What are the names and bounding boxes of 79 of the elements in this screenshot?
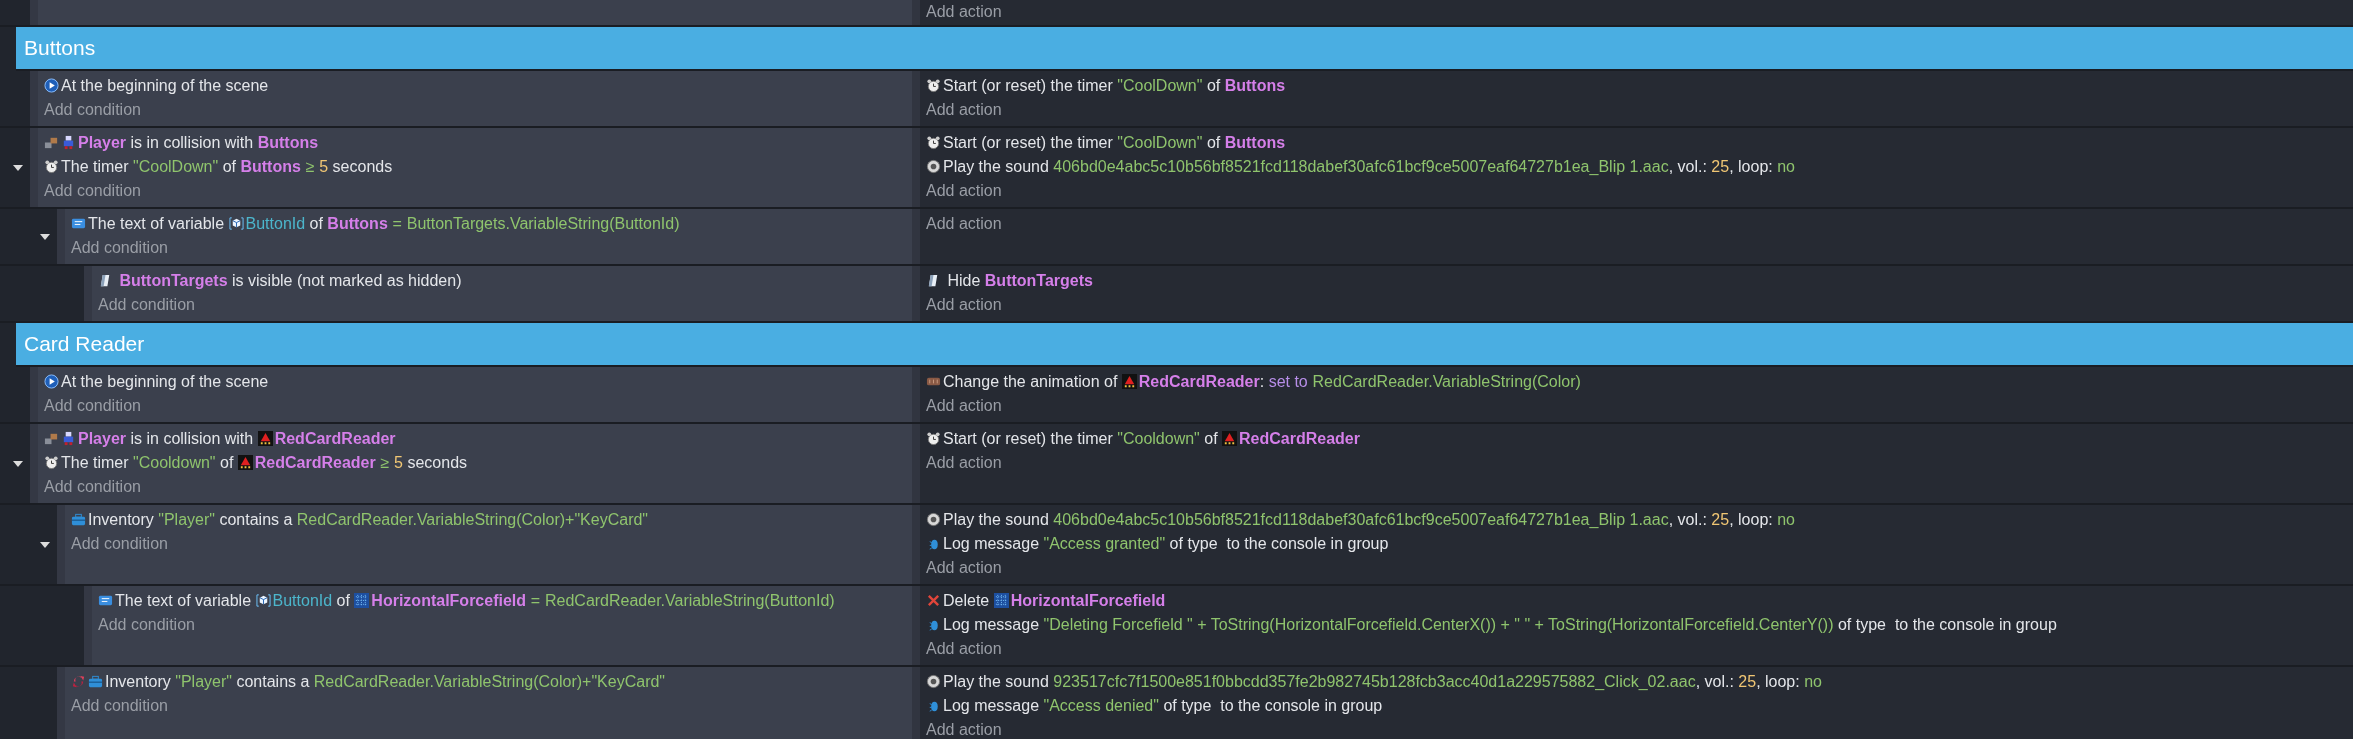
condition-text: At the beginning of the scene — [61, 373, 269, 390]
cube-icon — [255, 593, 271, 608]
condition-text: ButtonTargets is visible (not marked as hidden) — [118, 272, 462, 289]
grid-icon — [354, 593, 370, 608]
add-action-link[interactable]: Add action — [926, 212, 1002, 236]
collapse-arrow-icon[interactable] — [39, 540, 51, 549]
add-condition-link[interactable]: Add condition — [71, 236, 168, 260]
alarm-clock-icon — [44, 455, 59, 470]
speaker-icon — [926, 512, 941, 527]
add-action-link[interactable]: Add action — [926, 179, 1002, 203]
condition-text: The timer "CoolDown" of Buttons ≥ 5 seconds — [61, 158, 393, 175]
action-text: Log message "Access granted" of type to the console in group — [943, 535, 1389, 552]
action-text: Delete — [943, 592, 991, 609]
add-condition-link[interactable]: Add condition — [98, 293, 195, 317]
group-header[interactable]: Card Reader — [16, 323, 2353, 367]
alarm-clock-icon — [926, 431, 941, 446]
condition-text: The timer "Cooldown" of — [61, 454, 235, 471]
variable-icon — [71, 216, 86, 231]
condition-text: The text of variable — [115, 592, 253, 609]
cross-icon — [926, 593, 941, 608]
action-text: RedCardReader: set to RedCardReader.VariableString(Color) — [1138, 373, 1581, 390]
play-icon — [44, 374, 59, 389]
action-text: Change the animation of — [943, 373, 1119, 390]
alarm-clock-icon — [44, 159, 59, 174]
variable-icon — [98, 593, 113, 608]
character-icon — [61, 135, 76, 150]
action-text: Log message "Access denied" of type to the console in group — [943, 697, 1383, 714]
boxes-icon — [44, 431, 59, 446]
collapse-arrow-icon[interactable] — [12, 459, 24, 468]
add-action-link[interactable]: Add action — [926, 98, 1002, 122]
speaker-icon — [926, 159, 941, 174]
condition-text: ButtonId of Buttons = ButtonTargets.VariableString(ButtonId) — [245, 215, 680, 232]
add-condition-link[interactable]: Add condition — [44, 394, 141, 418]
cube-icon — [228, 216, 244, 231]
speaker-icon — [926, 674, 941, 689]
character-icon — [61, 431, 76, 446]
action-text: RedCardReader — [1239, 430, 1360, 447]
condition-text: Inventory "Player" contains a RedCardReader.VariableString(Color)+"KeyCard" — [88, 511, 649, 528]
add-action-link[interactable]: Add action — [926, 718, 1002, 739]
briefcase-icon — [71, 512, 86, 527]
action-text: Hide ButtonTargets — [946, 272, 1093, 289]
condition-text: Player is in collision with Buttons — [78, 134, 319, 151]
action-text: Play the sound 406bd0e4abc5c10b56bf8521fcd118dabef30afc61bcf9ce5007eaf64727b1ea_Blip 1.aac, vol.: 25, loop: no — [943, 511, 1795, 528]
action-text: HorizontalForcefield — [1010, 592, 1166, 609]
add-action-link[interactable]: Add action — [926, 451, 1002, 475]
add-action-link[interactable]: Add action — [926, 637, 1002, 661]
action-text: Play the sound 406bd0e4abc5c10b56bf8521fcd118dabef30afc61bcf9ce5007eaf64727b1ea_Blip 1.aac, vol.: 25, loop: no — [943, 158, 1795, 175]
condition-text: The text of variable — [88, 215, 226, 232]
add-action-link[interactable]: Add action — [926, 293, 1002, 317]
condition-text: HorizontalForcefield = RedCardReader.VariableString(ButtonId) — [371, 592, 835, 609]
condition-text: RedCardReader — [274, 430, 396, 447]
condition-text: At the beginning of the scene — [61, 77, 269, 94]
collapse-arrow-icon[interactable] — [39, 232, 51, 241]
add-condition-link[interactable]: Add condition — [44, 179, 141, 203]
condition-text: Player is in collision with — [78, 430, 255, 447]
add-action-link[interactable]: Add action — [926, 394, 1002, 418]
add-condition-link[interactable]: Add condition — [71, 532, 168, 556]
add-condition-link[interactable]: Add condition — [98, 613, 195, 637]
action-text: Start (or reset) the timer "CoolDown" of Buttons — [943, 77, 1286, 94]
action-text: Play the sound 923517cfc7f1500e851f0bbcdd357fe2b982745b128fcb3acc40d1a229575882_Click_02.aac, vol.: 25, loop: no — [943, 673, 1822, 690]
boxes-icon — [44, 135, 59, 150]
add-condition-link[interactable]: Add condition — [44, 98, 141, 122]
collapse-arrow-icon[interactable] — [12, 163, 24, 172]
add-condition-link[interactable]: Add condition — [71, 694, 168, 718]
group-header[interactable]: Buttons — [16, 27, 2353, 71]
action-text: Start (or reset) the timer "CoolDown" of Buttons — [943, 134, 1286, 151]
condition-text: RedCardReader ≥ 5 seconds — [254, 454, 468, 471]
alarm-clock-icon — [926, 78, 941, 93]
play-icon — [44, 78, 59, 93]
add-action-link[interactable]: Add action — [926, 556, 1002, 580]
action-text: Log message "Deleting Forcefield " + ToString(HorizontalForcefield.CenterX()) + " " + ToString(HorizontalForcefield.CenterY()) of type to the console in group — [943, 616, 2057, 633]
action-text: Start (or reset) the timer "Cooldown" of — [943, 430, 1219, 447]
grid-icon — [993, 593, 1009, 608]
condition-text: ButtonId of — [272, 592, 351, 609]
condition-text: Inventory "Player" contains a RedCardReader.VariableString(Color)+"KeyCard" — [105, 673, 666, 690]
alarm-clock-icon — [926, 135, 941, 150]
briefcase-icon — [88, 674, 103, 689]
add-condition-link[interactable]: Add condition — [44, 475, 141, 499]
add-action-link[interactable]: Add action — [926, 3, 1002, 21]
